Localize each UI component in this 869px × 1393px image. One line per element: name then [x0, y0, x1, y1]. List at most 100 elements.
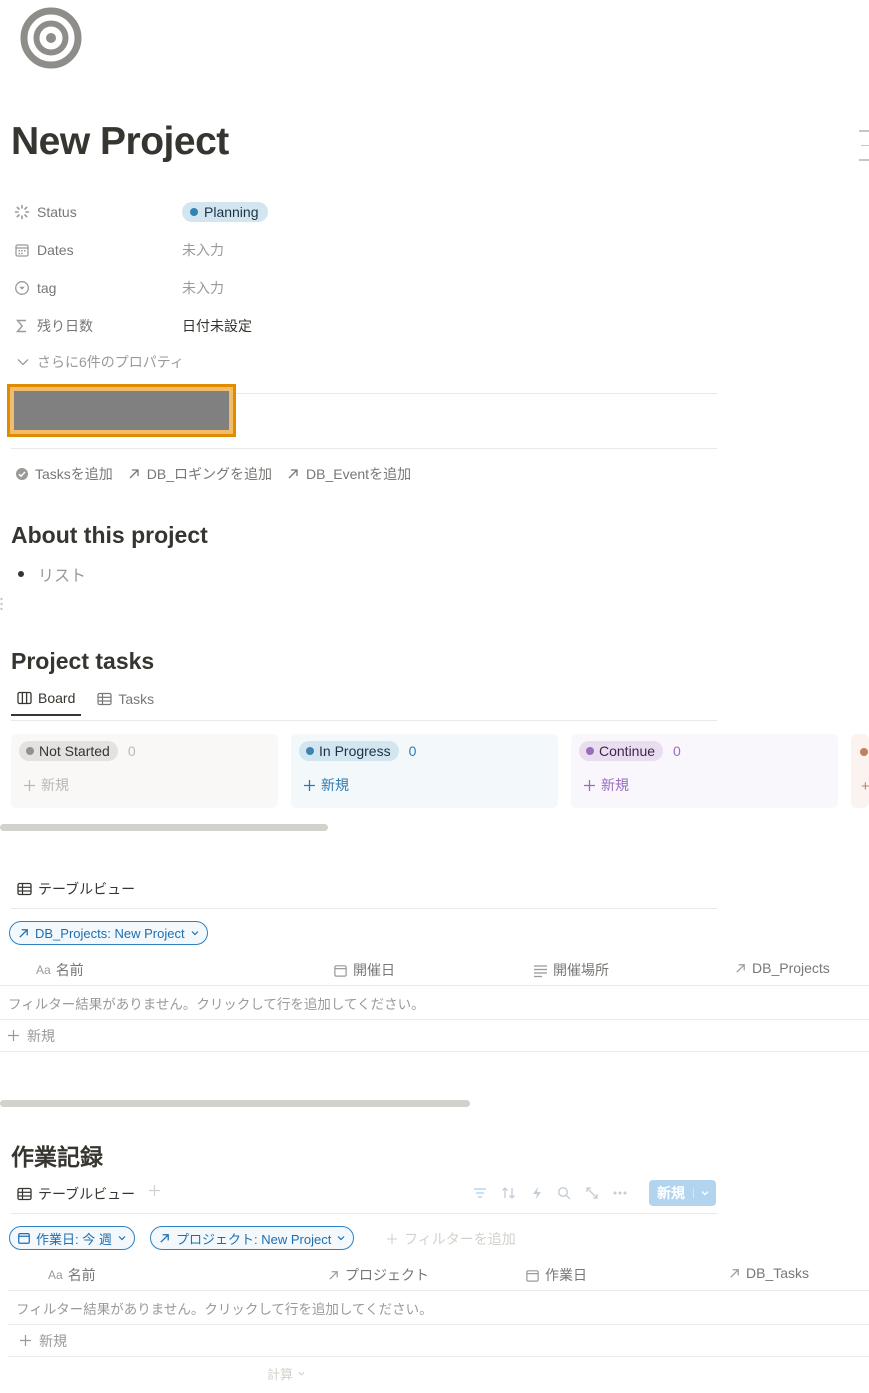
horizontal-scrollbar[interactable] [0, 1100, 470, 1107]
add-row-button[interactable]: 新規 [8, 1325, 869, 1357]
column-header[interactable]: プロジェクト [327, 1265, 429, 1285]
more-properties-toggle[interactable]: さらに6件のプロパティ [15, 352, 184, 372]
sort-icon[interactable] [501, 1186, 517, 1200]
arrow-up-right-icon [127, 467, 141, 481]
empty-table-message[interactable]: フィルター結果がありません。クリックして行を追加してください。 [0, 987, 869, 1020]
column-header[interactable]: DB_Tasks [728, 1265, 809, 1281]
chevron-down-icon[interactable] [693, 1188, 716, 1198]
add-filter-button[interactable]: フィルターを追加 [386, 1229, 516, 1249]
new-button[interactable]: 新規 [649, 1180, 716, 1206]
arrow-up-right-icon [327, 1269, 340, 1282]
table-of-contents-indicator[interactable] [859, 130, 869, 174]
property-dates[interactable]: Dates 未入力 [14, 236, 714, 264]
arrow-up-right-icon [734, 962, 747, 975]
property-value[interactable]: 日付未設定 [182, 316, 252, 336]
chevron-down-icon [117, 1233, 127, 1243]
column-header[interactable]: 開催場所 [533, 960, 609, 980]
arrow-up-right-icon [17, 927, 30, 940]
column-status-pill[interactable]: In Progress [299, 741, 399, 761]
property-label: tag [37, 280, 57, 296]
property-tag[interactable]: tag 未入力 [14, 274, 714, 302]
work-log-table-header: Aa 名前 プロジェクト 作業日 DB_Tasks [8, 1257, 869, 1291]
sigma-icon [14, 318, 30, 334]
column-status-pill[interactable]: Not Started [19, 741, 118, 761]
add-tasks-relation[interactable]: Tasksを追加 [15, 464, 113, 484]
about-heading[interactable]: About this project [11, 522, 208, 549]
select-icon [14, 280, 30, 296]
calendar-icon [17, 1231, 31, 1245]
text-icon [533, 963, 548, 978]
plus-icon [19, 1334, 32, 1347]
work-log-heading[interactable]: 作業記録 [11, 1138, 103, 1172]
events-view-title[interactable]: テーブルビュー [17, 879, 135, 899]
filter-icon[interactable] [473, 1186, 487, 1200]
check-circle-icon [15, 467, 29, 481]
plus-icon [583, 779, 596, 792]
target-icon[interactable] [20, 7, 82, 69]
page-title[interactable]: New Project [11, 120, 229, 164]
plus-icon [7, 1029, 20, 1042]
add-card-button[interactable]: 新規 [579, 775, 830, 795]
chevron-down-icon [190, 928, 200, 938]
status-badge[interactable]: Planning [182, 202, 268, 222]
column-header[interactable]: Aa 名前 [36, 960, 84, 980]
arrow-up-right-icon [158, 1232, 171, 1245]
plus-icon [303, 779, 316, 792]
add-logging-relation[interactable]: DB_ロギングを追加 [127, 464, 272, 484]
chevron-down-icon [336, 1233, 346, 1243]
column-header[interactable]: DB_Projects [734, 960, 830, 976]
column-header[interactable]: Aa 名前 [48, 1265, 96, 1285]
filter-chip-projects[interactable]: DB_Projects: New Project [9, 921, 208, 945]
column-header[interactable]: 開催日 [333, 960, 395, 980]
title-icon: Aa [36, 963, 51, 977]
add-view-icon[interactable] [148, 1184, 161, 1197]
drag-handle-icon[interactable] [0, 597, 4, 611]
board-column-continue[interactable]: Continue 0 新規 [571, 734, 838, 808]
more-options-icon[interactable] [613, 1191, 627, 1195]
table-icon [17, 1187, 32, 1201]
add-card-button[interactable]: 新規 [299, 775, 550, 795]
property-remaining-days[interactable]: 残り日数 日付未設定 [14, 312, 714, 340]
arrow-up-right-icon [728, 1267, 741, 1280]
board-column-partial[interactable]: + [851, 734, 869, 808]
column-status-pill[interactable]: Continue [579, 741, 664, 761]
empty-table-message[interactable]: フィルター結果がありません。クリックして行を追加してください。 [8, 1292, 869, 1325]
board-column-in-progress[interactable]: In Progress 0 新規 [291, 734, 558, 808]
add-row-button[interactable]: 新規 [0, 1020, 869, 1052]
project-tasks-heading[interactable]: Project tasks [11, 648, 154, 675]
events-table-header: Aa 名前 開催日 開催場所 DB_Projects [0, 952, 869, 986]
board-column-not-started[interactable]: Not Started 0 新規 [11, 734, 278, 808]
plus-icon: + [861, 778, 869, 795]
status-dot [860, 748, 868, 756]
bullet-icon [18, 571, 24, 577]
add-event-relation[interactable]: DB_Eventを追加 [286, 464, 411, 484]
property-status[interactable]: Status Planning [14, 198, 714, 226]
add-card-button[interactable]: 新規 [19, 775, 270, 795]
property-value[interactable]: 未入力 [182, 278, 224, 298]
work-log-view-title[interactable]: テーブルビュー [17, 1184, 135, 1204]
plus-icon [386, 1233, 398, 1245]
tab-tasks[interactable]: Tasks [97, 690, 154, 716]
tab-board[interactable]: Board [11, 690, 82, 716]
search-icon[interactable] [557, 1186, 571, 1200]
expand-icon[interactable] [585, 1186, 599, 1200]
status-dot [306, 747, 314, 755]
column-header[interactable]: 作業日 [525, 1265, 587, 1285]
filter-chip-work-date[interactable]: 作業日: 今 週 [9, 1226, 135, 1250]
divider [11, 720, 717, 721]
view-toolbar [473, 1186, 627, 1200]
column-count: 0 [408, 743, 417, 759]
horizontal-scrollbar[interactable] [0, 824, 328, 831]
property-value[interactable]: 未入力 [182, 240, 224, 260]
calendar-icon [333, 963, 348, 978]
view-tabs: Board Tasks [11, 690, 154, 716]
chevron-down-icon [297, 1369, 306, 1378]
list-item[interactable]: リスト [18, 562, 86, 586]
status-dot [586, 747, 594, 755]
chevron-down-icon [15, 354, 31, 370]
status-icon [14, 204, 30, 220]
calculate-button[interactable]: 計算 [267, 1364, 306, 1383]
automation-icon[interactable] [531, 1186, 543, 1200]
filter-chip-project[interactable]: プロジェクト: New Project [150, 1226, 355, 1250]
title-icon: Aa [48, 1268, 63, 1282]
